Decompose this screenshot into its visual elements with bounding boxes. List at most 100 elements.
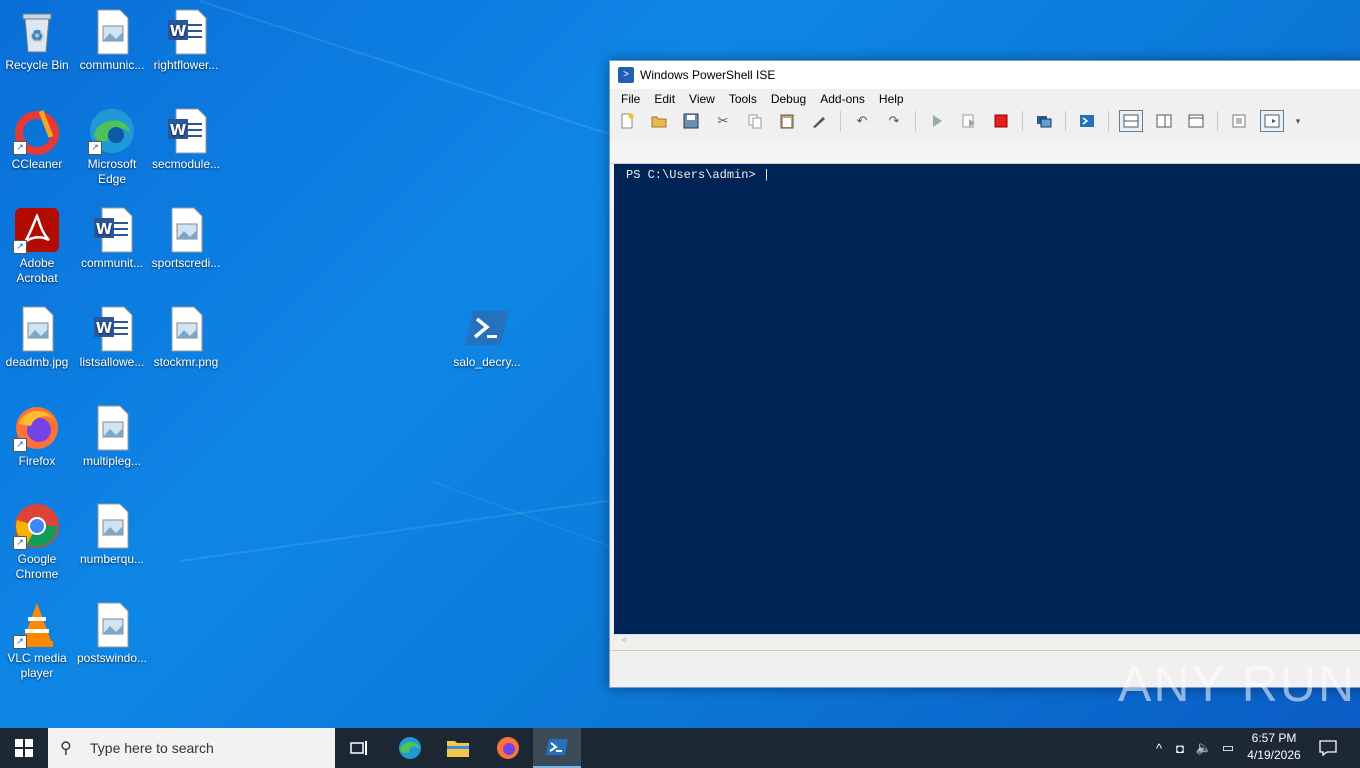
run-selection-icon[interactable]: [958, 111, 980, 131]
scroll-left-arrow[interactable]: <: [622, 635, 627, 645]
menu-add-ons[interactable]: Add-ons: [813, 92, 872, 106]
shortcut-arrow-icon: ↗: [13, 536, 27, 550]
acrobat-icon: ↗: [13, 206, 61, 254]
desktop-icon-salo-decry[interactable]: salo_decry...: [450, 305, 524, 370]
volume-icon[interactable]: 🔈: [1192, 740, 1216, 756]
desktop-icon-communic[interactable]: communic...: [75, 8, 149, 73]
notification-center-button[interactable]: [1304, 728, 1352, 768]
svg-text:♻: ♻: [31, 28, 44, 44]
clear-console-icon[interactable]: [808, 111, 830, 131]
console-pane[interactable]: PS C:\Users\admin> |: [614, 164, 1360, 634]
open-folder-icon[interactable]: [648, 111, 670, 131]
desktop-icon-label: Firefox: [18, 454, 56, 468]
network-icon[interactable]: ▭: [1216, 740, 1240, 756]
toolbar-separator: [1022, 111, 1023, 131]
powershell-ise-window[interactable]: > Windows PowerShell ISE File Edit View …: [609, 60, 1360, 688]
desktop-icon-chrome[interactable]: ↗ Google Chrome: [0, 502, 74, 582]
start-button[interactable]: [0, 728, 48, 768]
svg-text:W: W: [96, 220, 113, 238]
desktop-icon-label: Recycle Bin: [5, 58, 69, 72]
desktop-icon-rightflower[interactable]: W rightflower...: [149, 8, 223, 73]
taskbar-edge-button[interactable]: [386, 728, 434, 768]
svg-text:W: W: [170, 22, 187, 40]
desktop-icon-label: postswindo...: [76, 651, 148, 665]
desktop-icon-numberqu[interactable]: numberqu...: [75, 502, 149, 567]
redo-icon[interactable]: ↷: [883, 111, 905, 131]
desktop-icon-label: stockmr.png: [153, 355, 219, 369]
remote-powershell-icon[interactable]: [1033, 111, 1055, 131]
menu-help[interactable]: Help: [872, 92, 911, 106]
new-file-icon[interactable]: [616, 111, 638, 131]
desktop-icon-listsallowe[interactable]: W listsallowe...: [75, 305, 149, 370]
tab-strip: [610, 141, 1360, 164]
stop-icon[interactable]: [990, 111, 1012, 131]
save-icon[interactable]: [680, 111, 702, 131]
desktop-icon-acrobat[interactable]: ↗ Adobe Acrobat: [0, 206, 74, 286]
image-file-icon: [88, 601, 136, 649]
desktop-icon-firefox[interactable]: ↗ Firefox: [0, 404, 74, 469]
clock-date: 4/19/2026: [1247, 748, 1301, 762]
desktop-icon-secmodule[interactable]: W secmodule...: [149, 107, 223, 172]
meet-now-icon[interactable]: ◘: [1168, 741, 1192, 756]
desktop-icon-label: VLC media player: [7, 651, 67, 680]
task-view-button[interactable]: [336, 728, 384, 768]
image-file-icon: [88, 502, 136, 550]
show-script-maximized-icon[interactable]: [1185, 111, 1207, 131]
notification-icon: [1319, 740, 1337, 756]
show-script-right-icon[interactable]: [1153, 111, 1175, 131]
menu-debug[interactable]: Debug: [764, 92, 813, 106]
desktop-icon-stockmr[interactable]: stockmr.png: [149, 305, 223, 370]
desktop-icon-recycle-bin[interactable]: ♻ Recycle Bin: [0, 8, 74, 73]
powershell-console-icon[interactable]: [1076, 111, 1098, 131]
desktop-icon-label: secmodule...: [151, 157, 221, 171]
taskbar-firefox-button[interactable]: [484, 728, 532, 768]
desktop-icon-label: Adobe Acrobat: [16, 256, 58, 285]
desktop-icon-communit[interactable]: W communit...: [75, 206, 149, 271]
shortcut-arrow-icon: ↗: [13, 635, 27, 649]
shortcut-arrow-icon: ↗: [13, 438, 27, 452]
cut-icon[interactable]: ✂: [712, 111, 734, 131]
desktop-icon-postswindo[interactable]: postswindo...: [75, 601, 149, 666]
desktop-icon-multipleg[interactable]: multipleg...: [75, 404, 149, 469]
show-hidden-icons-icon[interactable]: ^: [1150, 741, 1168, 756]
run-script-icon[interactable]: [926, 111, 948, 131]
clock[interactable]: 6:57 PM 4/19/2026: [1244, 730, 1304, 764]
task-view-icon: [350, 741, 367, 755]
anyrun-watermark: ANY RUN: [1118, 656, 1357, 712]
taskbar-powershell-ise-button[interactable]: [533, 728, 581, 768]
svg-text:W: W: [170, 121, 187, 139]
show-command-addon-icon[interactable]: [1260, 110, 1284, 132]
show-script-top-icon[interactable]: [1119, 110, 1143, 132]
vlc-icon: ↗: [13, 601, 61, 649]
horizontal-scrollbar[interactable]: <: [614, 634, 1360, 649]
desktop-icon-label: rightflower...: [153, 58, 219, 72]
desktop-icon-edge[interactable]: ↗ Microsoft Edge: [75, 107, 149, 187]
toolbar-overflow-icon[interactable]: ▾: [1294, 111, 1302, 131]
toolbar-separator: [1108, 111, 1109, 131]
copy-icon[interactable]: [744, 111, 766, 131]
word-doc-icon: W: [162, 107, 210, 155]
desktop-icon-deadmb[interactable]: deadmb.jpg: [0, 305, 74, 370]
powershell-icon: [546, 739, 568, 755]
menu-tools[interactable]: Tools: [722, 92, 764, 106]
desktop-icon-sportscredi[interactable]: sportscredi...: [149, 206, 223, 271]
desktop-icon-label: numberqu...: [79, 552, 145, 566]
word-doc-icon: W: [88, 305, 136, 353]
menu-view[interactable]: View: [682, 92, 722, 106]
image-file-icon: [162, 206, 210, 254]
image-file-icon: [13, 305, 61, 353]
paste-icon[interactable]: [776, 111, 798, 131]
window-titlebar[interactable]: > Windows PowerShell ISE: [610, 61, 1360, 89]
search-box[interactable]: ⚲ Type here to search: [48, 728, 335, 768]
undo-icon[interactable]: ↶: [851, 111, 873, 131]
taskbar-explorer-button[interactable]: [434, 728, 482, 768]
menu-edit[interactable]: Edit: [647, 92, 682, 106]
recycle-bin-icon: ♻: [13, 8, 61, 56]
desktop-icon-vlc[interactable]: ↗ VLC media player: [0, 601, 74, 681]
menu-file[interactable]: File: [614, 92, 647, 106]
chrome-icon: ↗: [13, 502, 61, 550]
image-file-icon: [88, 404, 136, 452]
desktop-icon-ccleaner[interactable]: ↗ CCleaner: [0, 107, 74, 172]
show-command-window-icon[interactable]: [1228, 111, 1250, 131]
toolbar-separator: [1217, 111, 1218, 131]
